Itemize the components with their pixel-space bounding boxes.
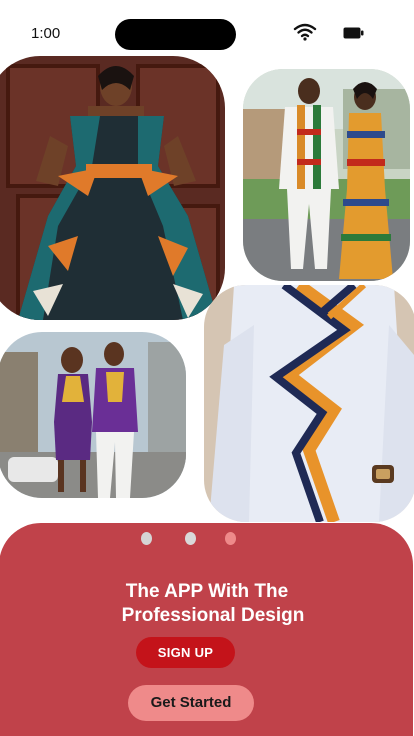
onboarding-headline: The APP With The Professional Design — [0, 580, 414, 628]
headline-line-2: Professional Design — [121, 605, 305, 626]
photo-woman-teal-dress[interactable] — [0, 56, 225, 320]
dynamic-island — [115, 19, 236, 50]
headline-line-1: The APP With The — [125, 581, 289, 602]
page-dot-2[interactable] — [185, 532, 196, 545]
battery-icon — [343, 26, 364, 39]
photo-couple-kente[interactable] — [243, 69, 410, 281]
status-bar: 1:00 — [0, 0, 414, 60]
page-indicator — [0, 532, 414, 545]
photo-couple-purple[interactable] — [0, 332, 186, 498]
sign-up-button[interactable]: SIGN UP — [136, 637, 235, 668]
status-time: 1:00 — [31, 25, 61, 42]
photo-man-white-kaftan[interactable] — [204, 285, 414, 522]
get-started-button[interactable]: Get Started — [128, 685, 254, 721]
wifi-icon — [293, 22, 317, 42]
page-dot-3-active[interactable] — [225, 532, 236, 545]
page-dot-1[interactable] — [141, 532, 152, 545]
